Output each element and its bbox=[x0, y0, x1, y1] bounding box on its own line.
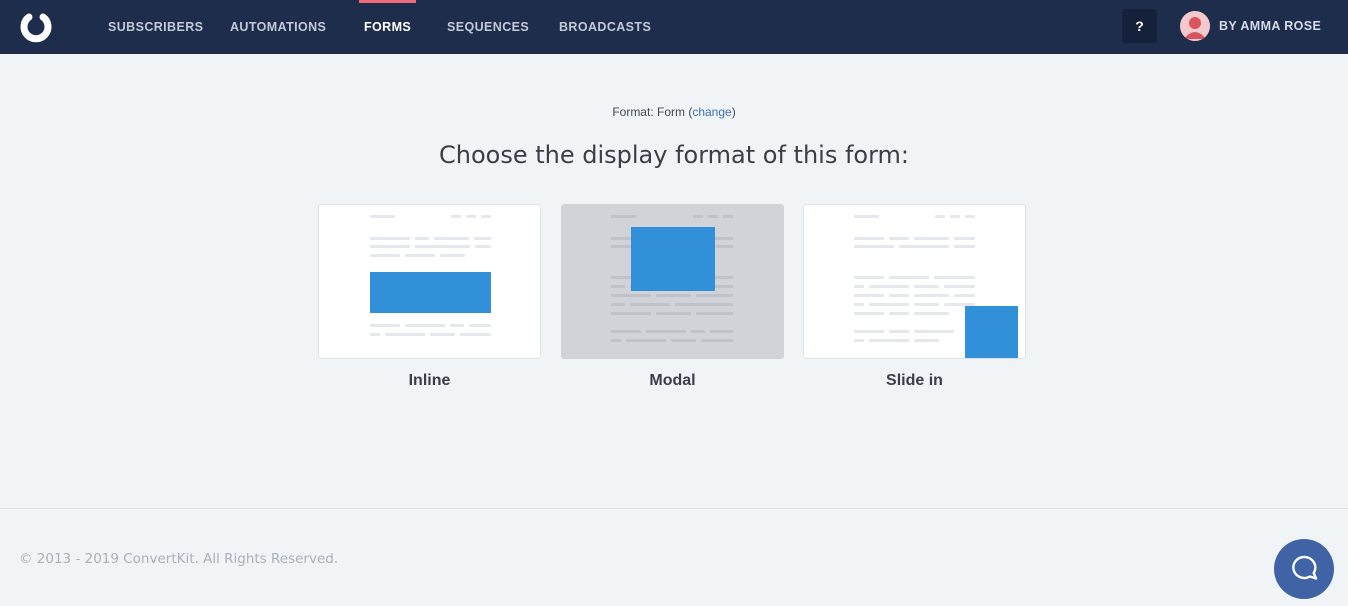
user-avatar-icon bbox=[1180, 11, 1210, 41]
help-button[interactable]: ? bbox=[1122, 9, 1157, 43]
nav-sequences[interactable]: SEQUENCES bbox=[447, 0, 529, 54]
nav-automations[interactable]: AUTOMATIONS bbox=[230, 0, 326, 54]
nav-broadcasts[interactable]: BROADCASTS bbox=[559, 0, 651, 54]
format-option-modal[interactable] bbox=[561, 204, 784, 359]
avatar bbox=[1180, 11, 1210, 41]
convertkit-logo-icon[interactable] bbox=[19, 11, 53, 43]
modal-form-preview-icon bbox=[611, 215, 733, 342]
user-name: BY AMMA ROSE bbox=[1219, 19, 1322, 33]
inline-form-preview-icon bbox=[370, 215, 491, 336]
nav-forms[interactable]: FORMS bbox=[358, 0, 417, 54]
user-menu[interactable]: BY AMMA ROSE bbox=[1180, 10, 1321, 42]
format-indicator: Format: Form (change) bbox=[0, 105, 1348, 119]
nav-subscribers[interactable]: SUBSCRIBERS bbox=[108, 0, 203, 54]
footer-divider bbox=[0, 508, 1348, 509]
format-label-slide-in[interactable]: Slide in bbox=[803, 372, 1026, 390]
page-title: Choose the display format of this form: bbox=[438, 141, 910, 169]
slide-in-form-preview-icon bbox=[854, 215, 1018, 358]
format-prefix: Format: Form ( bbox=[612, 105, 693, 119]
change-format-link[interactable]: change bbox=[692, 105, 731, 119]
chat-support-button[interactable] bbox=[1274, 539, 1334, 599]
format-label-inline[interactable]: Inline bbox=[318, 372, 541, 390]
top-navbar: SUBSCRIBERS AUTOMATIONS FORMS SEQUENCES … bbox=[0, 0, 1348, 54]
copyright-text: © 2013 - 2019 ConvertKit. All Rights Res… bbox=[19, 551, 339, 567]
format-option-slide-in[interactable] bbox=[803, 204, 1026, 359]
format-suffix: ) bbox=[731, 105, 736, 119]
chat-bubble-icon bbox=[1292, 555, 1318, 580]
format-option-inline[interactable] bbox=[318, 204, 541, 359]
format-label-modal[interactable]: Modal bbox=[561, 372, 784, 390]
